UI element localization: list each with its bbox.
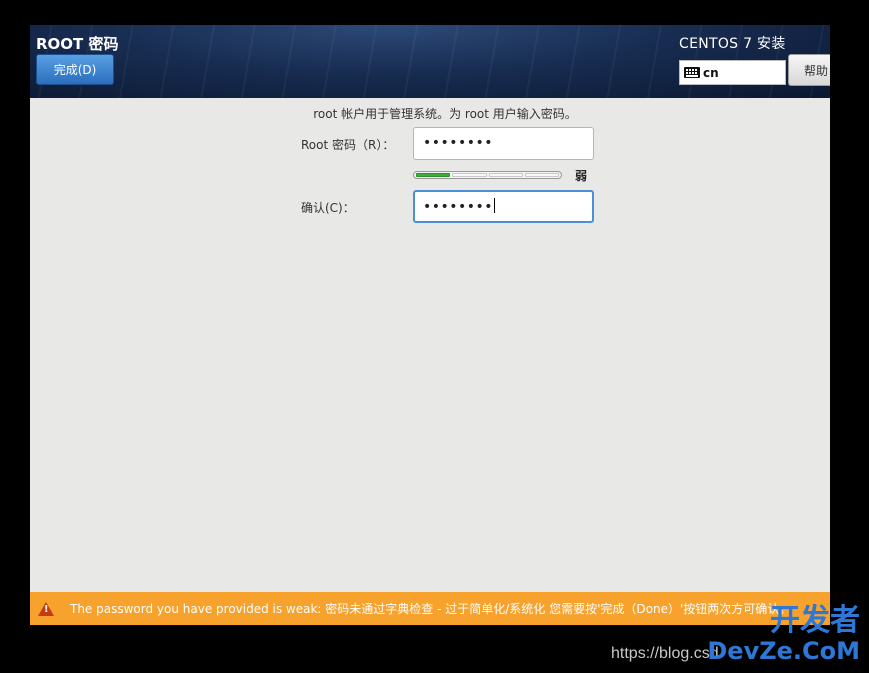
- keyboard-layout-label: cn: [703, 65, 719, 80]
- installer-screen: ROOT 密码 完成(D) CENTOS 7 安装 cn 帮助 root 帐户用…: [30, 25, 830, 625]
- password-strength-meter: [413, 171, 562, 179]
- strength-segment: [452, 173, 487, 177]
- strength-segment: [416, 173, 451, 177]
- confirm-password-value: ••••••••: [423, 199, 494, 215]
- help-button[interactable]: 帮助: [788, 54, 830, 86]
- header-bar: ROOT 密码 完成(D) CENTOS 7 安装 cn 帮助: [30, 25, 830, 98]
- confirm-password-label: 确认(C)：: [301, 201, 355, 215]
- text-caret: [494, 198, 496, 213]
- installer-title: CENTOS 7 安装: [679, 36, 786, 52]
- done-button[interactable]: 完成(D): [36, 54, 114, 85]
- page-title: ROOT 密码: [36, 35, 119, 53]
- strength-segment: [488, 173, 523, 177]
- watermark-bottom: DevZe.CoM: [707, 637, 860, 665]
- warning-text: The password you have provided is weak: …: [70, 602, 792, 616]
- keyboard-icon: [684, 67, 700, 78]
- strength-label: 弱: [575, 169, 588, 183]
- root-password-label: Root 密码（R）：: [301, 138, 395, 152]
- warning-icon: [38, 601, 54, 616]
- root-password-input[interactable]: ••••••••: [413, 127, 594, 160]
- description-text: root 帐户用于管理系统。为 root 用户输入密码。: [313, 107, 577, 121]
- site-watermark: 开发者 DevZe.CoM: [707, 606, 860, 666]
- keyboard-layout-indicator[interactable]: cn: [679, 60, 786, 85]
- watermark-top: 开发者: [770, 603, 860, 638]
- confirm-password-input[interactable]: ••••••••: [413, 190, 594, 223]
- strength-segment: [524, 173, 559, 177]
- url-watermark: https://blog.csd: [611, 645, 719, 662]
